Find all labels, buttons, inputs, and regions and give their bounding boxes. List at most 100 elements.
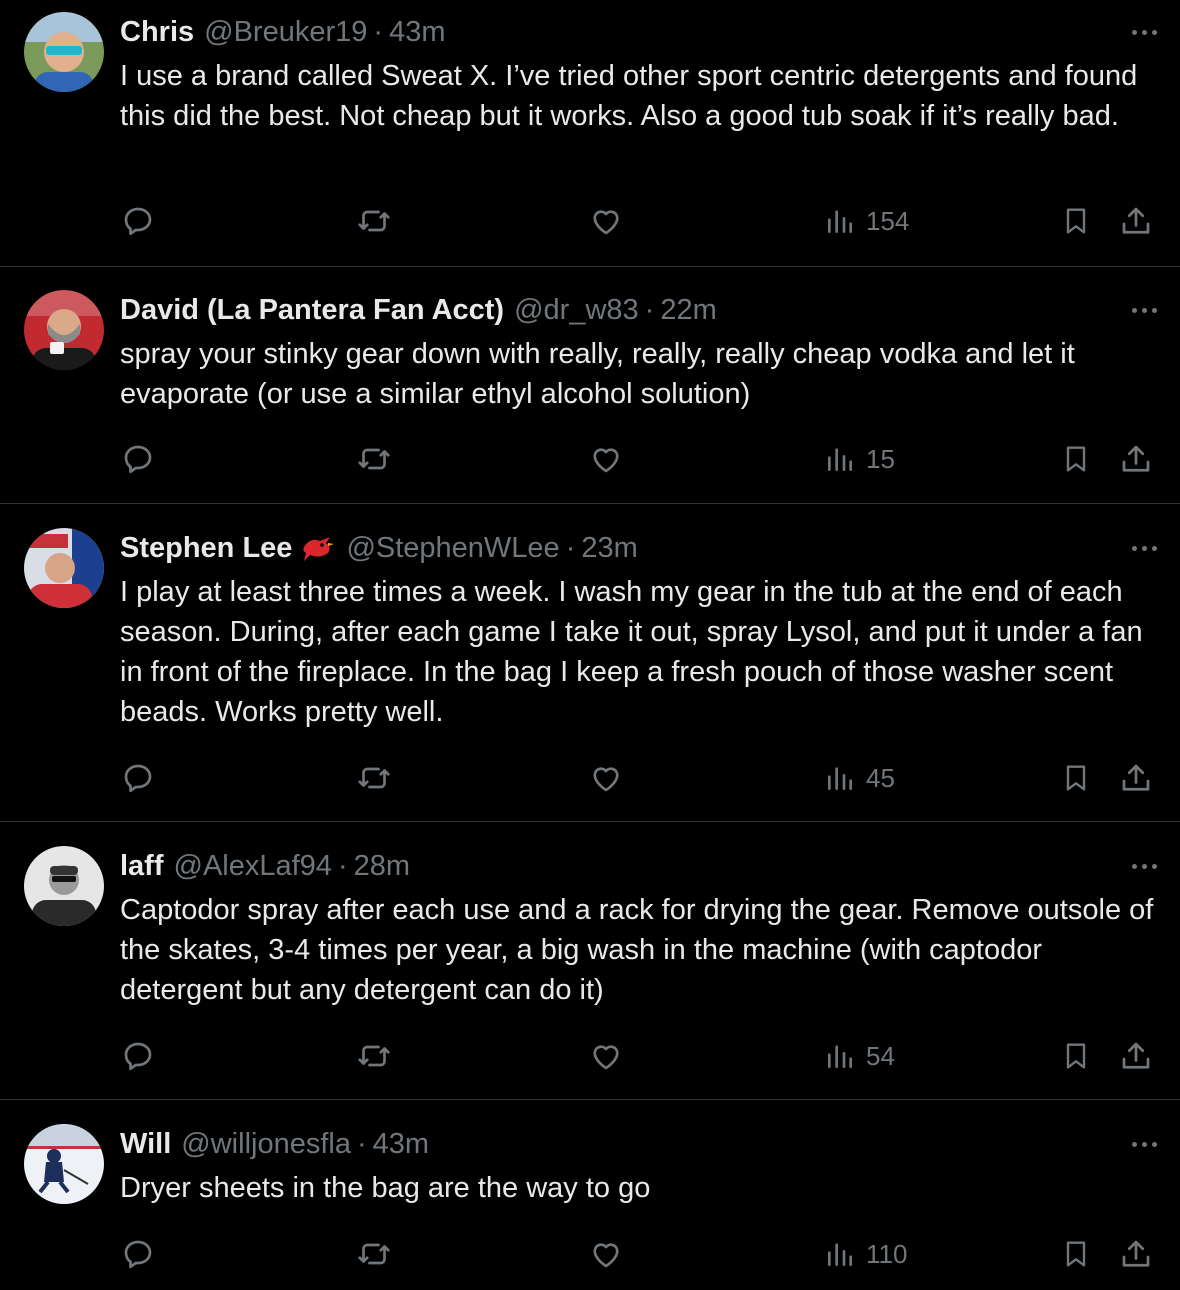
share-button[interactable] — [1118, 1034, 1154, 1078]
author-name[interactable]: Chris — [120, 16, 194, 49]
tweet-header: Stephen Lee @StephenWLee · 23m — [120, 528, 638, 568]
reply-button[interactable] — [120, 199, 156, 243]
more-icon[interactable] — [1124, 1132, 1164, 1156]
tweet[interactable]: laff @AlexLaf94 · 28m Captodor spray after… — [0, 834, 1180, 1099]
bookmark-button[interactable] — [1060, 199, 1092, 243]
tweet-actions: 110 — [0, 1232, 1180, 1276]
retweet-icon — [358, 210, 390, 232]
timestamp[interactable]: 28m — [354, 850, 410, 882]
like-button[interactable] — [588, 1232, 624, 1276]
tweet-text: Captodor spray after each use and a rack… — [120, 894, 1154, 1006]
bookmark-button[interactable] — [1060, 1034, 1092, 1078]
heart-icon — [593, 1045, 619, 1070]
views-button[interactable]: 110 — [824, 1232, 907, 1276]
author-handle[interactable]: @Breuker19 — [204, 16, 367, 48]
reply-button[interactable] — [120, 437, 156, 481]
views-icon — [828, 1243, 852, 1266]
share-button[interactable] — [1118, 1232, 1154, 1276]
author-name[interactable]: David (La Pantera Fan Acct) — [120, 294, 504, 327]
retweet-button[interactable] — [355, 199, 393, 243]
retweet-button[interactable] — [355, 437, 393, 481]
views-count: 154 — [866, 205, 910, 236]
share-icon — [1122, 1240, 1150, 1267]
avatar[interactable] — [24, 290, 104, 370]
reply-button[interactable] — [120, 1232, 156, 1276]
avatar[interactable] — [24, 12, 104, 92]
share-button[interactable] — [1118, 437, 1154, 481]
share-button[interactable] — [1118, 756, 1154, 800]
tweet-actions: 154 — [0, 199, 1180, 243]
views-icon — [828, 448, 852, 471]
more-icon[interactable] — [1124, 536, 1164, 560]
tweet[interactable]: David (La Pantera Fan Acct) @dr_w83 · 22m … — [0, 278, 1180, 503]
tweet-actions: 45 — [0, 756, 1180, 800]
tweet-text: I play at least three times a week. I wa… — [120, 576, 1143, 728]
more-icon[interactable] — [1124, 298, 1164, 322]
reply-button[interactable] — [120, 1034, 156, 1078]
reply-icon — [124, 1240, 152, 1269]
views-button[interactable]: 54 — [824, 1034, 895, 1078]
views-count: 15 — [866, 443, 895, 474]
views-button[interactable]: 45 — [824, 756, 895, 800]
bookmark-icon — [1066, 1043, 1086, 1069]
views-icon — [828, 1045, 852, 1068]
heart-icon — [593, 448, 619, 473]
avatar[interactable] — [24, 846, 104, 926]
heart-icon — [593, 1243, 619, 1268]
author-handle[interactable]: @StephenWLee — [346, 532, 559, 564]
author-name[interactable]: Stephen Lee — [120, 532, 292, 565]
bookmark-button[interactable] — [1060, 756, 1092, 800]
tweet-actions: 15 — [0, 437, 1180, 481]
heart-icon — [593, 210, 619, 235]
more-icon[interactable] — [1124, 20, 1164, 44]
share-icon — [1122, 445, 1150, 472]
tweet-header: Will @willjonesfla · 43m — [120, 1124, 429, 1164]
retweet-button[interactable] — [355, 1034, 393, 1078]
like-button[interactable] — [588, 199, 624, 243]
tweet[interactable]: Chris @Breuker19 · 43m I use a brand calle… — [0, 0, 1180, 266]
divider — [0, 821, 1180, 822]
timestamp[interactable]: 43m — [373, 1128, 429, 1160]
author-meta: @Breuker19 · 43m — [204, 15, 446, 48]
tweet-header: laff @AlexLaf94 · 28m — [120, 846, 410, 886]
tweet[interactable]: Will @willjonesfla · 43m Dryer sheets in t… — [0, 1112, 1180, 1290]
author-name[interactable]: Will — [120, 1128, 171, 1161]
views-button[interactable]: 154 — [824, 199, 909, 243]
timestamp[interactable]: 43m — [389, 16, 445, 48]
bookmark-icon — [1066, 208, 1086, 234]
heart-icon — [593, 767, 619, 792]
author-meta: @willjonesfla · 43m — [181, 1127, 430, 1160]
reply-icon — [124, 445, 152, 474]
views-count: 45 — [866, 762, 895, 793]
more-icon[interactable] — [1124, 854, 1164, 878]
retweet-button[interactable] — [355, 1232, 393, 1276]
retweet-icon — [358, 1243, 390, 1265]
divider — [0, 503, 1180, 504]
author-handle[interactable]: @dr_w83 — [514, 294, 639, 326]
avatar[interactable] — [24, 1124, 104, 1204]
author-meta: @AlexLaf94 · 28m — [173, 849, 411, 882]
avatar[interactable] — [24, 528, 104, 608]
tweet-header: David (La Pantera Fan Acct) @dr_w83 · 22m — [120, 290, 717, 330]
like-button[interactable] — [588, 756, 624, 800]
views-button[interactable]: 15 — [824, 437, 895, 481]
author-name[interactable]: laff — [120, 850, 164, 883]
share-icon — [1122, 1042, 1150, 1069]
share-button[interactable] — [1118, 199, 1154, 243]
retweet-icon — [358, 448, 390, 470]
divider — [0, 266, 1180, 267]
like-button[interactable] — [588, 437, 624, 481]
bookmark-button[interactable] — [1060, 1232, 1092, 1276]
like-button[interactable] — [588, 1034, 624, 1078]
tweet[interactable]: Stephen Lee @StephenWLee · 23m I play at l… — [0, 516, 1180, 821]
bookmark-button[interactable] — [1060, 437, 1092, 481]
author-handle[interactable]: @willjonesfla — [181, 1128, 351, 1160]
retweet-icon — [358, 767, 390, 789]
share-icon — [1122, 207, 1150, 234]
author-handle[interactable]: @AlexLaf94 — [174, 850, 332, 882]
timestamp[interactable]: 23m — [581, 532, 637, 564]
views-count: 54 — [866, 1040, 895, 1071]
retweet-button[interactable] — [355, 756, 393, 800]
reply-button[interactable] — [120, 756, 156, 800]
timestamp[interactable]: 22m — [660, 294, 716, 326]
